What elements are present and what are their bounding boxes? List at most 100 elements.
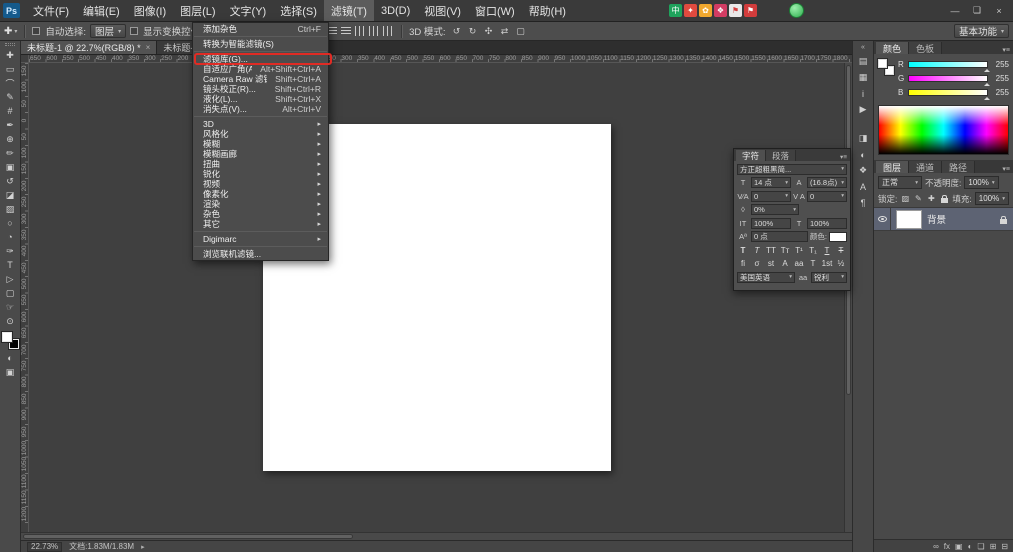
ratio-spacing-select[interactable]: 0%▾	[751, 204, 799, 215]
status-arrow-icon[interactable]: ▸	[141, 543, 145, 551]
dock-properties-icon[interactable]: ◨	[855, 131, 872, 146]
subscript-button[interactable]: T₁	[807, 245, 819, 256]
workspace-switcher[interactable]: 基本功能▾	[954, 24, 1009, 38]
hand-tool[interactable]: ☞	[1, 300, 20, 314]
current-tool-icon[interactable]: ✚▾	[4, 26, 17, 37]
gradient-tool[interactable]: ▨	[1, 202, 20, 216]
kerning-select[interactable]: 0▾	[751, 191, 791, 202]
blend-mode-dropdown[interactable]: 正常▾	[878, 176, 922, 189]
faux-bold-button[interactable]: T	[737, 245, 749, 256]
vertical-scale-field[interactable]: 100%	[751, 218, 791, 229]
ot-swash-button[interactable]: A	[779, 258, 791, 269]
checkbox-icon[interactable]	[32, 27, 40, 35]
link-layers-icon[interactable]: ∞	[933, 542, 939, 551]
clone-stamp-tool[interactable]: ▣	[1, 160, 20, 174]
brush-tool[interactable]: ✏	[1, 146, 20, 160]
3d-rotate-icon[interactable]: ↺	[450, 26, 464, 37]
tracking-select[interactable]: 0▾	[807, 191, 847, 202]
dock-character-icon[interactable]: A	[855, 179, 872, 194]
menu-item-convert-smart-filters[interactable]: 转换为智能滤镜(S)	[193, 39, 328, 49]
visibility-toggle[interactable]	[874, 208, 891, 230]
show-transform-checkbox[interactable]: 显示变换控件	[130, 24, 200, 38]
shape-tool[interactable]: ▢	[1, 286, 20, 300]
type-tool[interactable]: T	[1, 258, 20, 272]
zoom-tool[interactable]: ⊙	[1, 314, 20, 328]
distribute-bottom-icon[interactable]	[340, 26, 352, 36]
superscript-button[interactable]: T¹	[793, 245, 805, 256]
eyedropper-tool[interactable]: ✒	[1, 118, 20, 132]
font-family-select[interactable]: 方正超粗黑简...▾	[737, 164, 847, 175]
menu-3d[interactable]: 3D(D)	[374, 0, 417, 21]
tray-icon-3[interactable]: ❖	[714, 4, 727, 17]
3d-scale-icon[interactable]: ▢	[514, 26, 528, 37]
layer-row-background[interactable]: 背景	[874, 208, 1013, 231]
lock-transparent-icon[interactable]: ▨	[900, 193, 910, 204]
3d-roll-icon[interactable]: ↻	[466, 26, 480, 37]
small-caps-button[interactable]: Tᴛ	[779, 245, 791, 256]
channel-value[interactable]: 255	[991, 60, 1009, 69]
underline-button[interactable]: T	[821, 245, 833, 256]
3d-drag-icon[interactable]: ✣	[482, 26, 496, 37]
history-brush-tool[interactable]: ↺	[1, 174, 20, 188]
tray-icon-2[interactable]: ✿	[699, 4, 712, 17]
layer-group-icon[interactable]: ❏	[977, 542, 984, 551]
foreground-color-swatch[interactable]	[878, 59, 887, 68]
fill-dropdown[interactable]: 100%▾	[975, 192, 1009, 205]
menu-item-browse-filters-online[interactable]: 浏览联机滤镜...	[193, 249, 328, 259]
menu-item-last-filter[interactable]: 添加杂色Ctrl+F	[193, 24, 328, 34]
color-swatches[interactable]	[2, 332, 19, 349]
auto-select-target-dropdown[interactable]: 图层▾	[90, 24, 126, 38]
menu-image[interactable]: 图像(I)	[127, 0, 173, 21]
menu-item-vanishing-point[interactable]: 消失点(V)...Alt+Ctrl+V	[193, 104, 328, 114]
vertical-scrollbar[interactable]	[844, 63, 852, 532]
quick-mask-icon[interactable]: ◐	[1, 351, 20, 365]
language-select[interactable]: 美国英语▾	[737, 272, 795, 283]
menu-window[interactable]: 窗口(W)	[468, 0, 522, 21]
menu-view[interactable]: 视图(V)	[417, 0, 468, 21]
pen-tool[interactable]: ✑	[1, 244, 20, 258]
menu-help[interactable]: 帮助(H)	[522, 0, 573, 21]
dock-navigator-icon[interactable]: ▦	[855, 70, 872, 85]
blue-slider[interactable]	[908, 89, 988, 96]
dock-history-icon[interactable]: ▤	[855, 54, 872, 69]
panel-menu-icon[interactable]: ▾≡	[999, 165, 1013, 173]
healing-brush-tool[interactable]: ⊕	[1, 132, 20, 146]
vertical-ruler[interactable]: 1501005005010015020025030035040045050055…	[21, 63, 29, 532]
menu-file[interactable]: 文件(F)	[26, 0, 76, 21]
lock-position-icon[interactable]: ✚	[926, 193, 936, 204]
new-layer-icon[interactable]: ⊞	[990, 542, 997, 551]
panel-color-swatches[interactable]	[878, 59, 894, 75]
baseline-shift-field[interactable]: 0 点	[751, 231, 808, 242]
dock-actions-icon[interactable]: ▶	[855, 102, 872, 117]
leading-select[interactable]: (16.8点)▾	[807, 177, 847, 188]
checkbox-icon[interactable]	[130, 27, 138, 35]
menu-item-other[interactable]: 其它▸	[193, 219, 328, 229]
overlay-ball-icon[interactable]	[789, 3, 804, 18]
distribute-right-icon[interactable]	[382, 26, 394, 36]
green-slider[interactable]	[908, 75, 988, 82]
tray-icon-ime[interactable]: 中	[669, 4, 682, 17]
all-caps-button[interactable]: TT	[765, 245, 777, 256]
red-slider[interactable]	[908, 61, 988, 68]
text-color-swatch[interactable]	[829, 232, 847, 242]
tray-icon-5[interactable]: ⚑	[744, 4, 757, 17]
ot-titling-button[interactable]: T	[807, 258, 819, 269]
lasso-tool[interactable]: ⌒	[1, 76, 20, 90]
delete-layer-icon[interactable]: ⊟	[1001, 542, 1008, 551]
scrollbar-thumb[interactable]	[23, 534, 353, 539]
foreground-color-swatch[interactable]	[2, 332, 12, 342]
close-icon[interactable]: ×	[146, 43, 151, 52]
tab-layers[interactable]: 图层	[876, 161, 909, 173]
lock-all-icon[interactable]	[939, 193, 949, 204]
dock-paragraph-icon[interactable]: ¶	[855, 195, 872, 210]
ot-stylistic-button[interactable]: aa	[793, 258, 805, 269]
menu-item-digimarc[interactable]: Digimarc▸	[193, 234, 328, 244]
dock-adjustments-icon[interactable]: ◐	[855, 147, 872, 162]
move-tool[interactable]: ✚	[1, 48, 20, 62]
distribute-center-icon[interactable]	[368, 26, 380, 36]
menu-type[interactable]: 文字(Y)	[223, 0, 274, 21]
opacity-dropdown[interactable]: 100%▾	[964, 176, 998, 189]
channel-value[interactable]: 255	[991, 88, 1009, 97]
faux-italic-button[interactable]: T	[751, 245, 763, 256]
screen-mode-icon[interactable]: ▣	[1, 365, 20, 379]
